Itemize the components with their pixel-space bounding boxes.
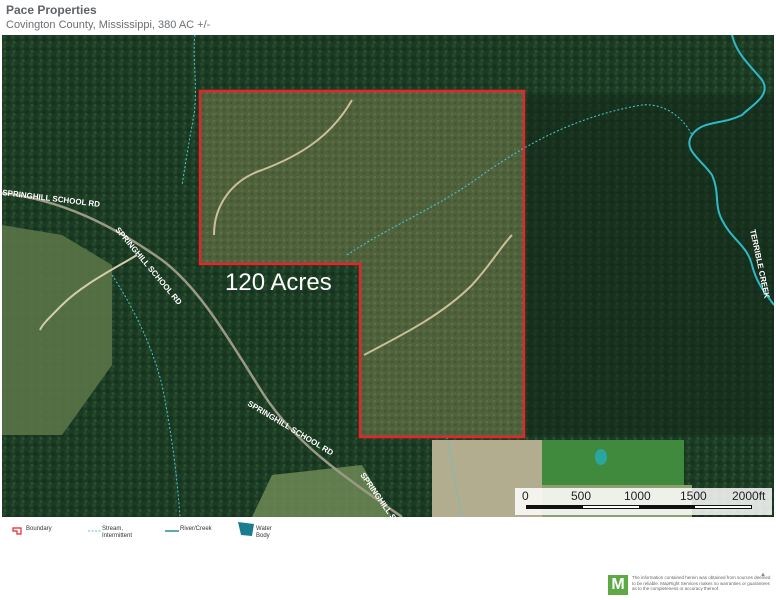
green-field <box>542 440 684 485</box>
page-subtitle: Covington County, Mississippi, 380 AC +/… <box>6 19 211 31</box>
footer: M The information contained herein was o… <box>608 575 772 595</box>
page-title: Pace Properties <box>6 3 97 17</box>
scale-bar: 0 500 1000 1500 2000ft <box>515 488 772 515</box>
scale-tick-500: 500 <box>571 489 592 503</box>
north-arrow-icon: ▲ <box>760 572 766 578</box>
mapright-logo: M <box>608 575 628 595</box>
boundary-icon <box>12 522 22 540</box>
scale-tick-2000: 2000ft <box>732 489 766 503</box>
legend-label-stream: Stream, Intermittent <box>102 526 133 539</box>
disclaimer-text: The information contained herein was obt… <box>632 575 771 591</box>
water-body <box>595 449 607 465</box>
parcel-acreage-label: 120 Acres <box>225 269 332 296</box>
legend-river: River/Creek <box>165 522 212 540</box>
scale-tick-1500: 1500 <box>680 489 707 503</box>
river-creek-icon <box>165 522 179 540</box>
scale-tick-1000: 1000 <box>624 489 651 503</box>
legend-label-boundary: Boundary <box>26 526 52 532</box>
legend-stream: Stream, Intermittent <box>88 522 132 540</box>
legend-water-body: Water Body <box>238 522 272 541</box>
legend-label-river: River/Creek <box>180 526 212 532</box>
legend-label-water-body: Water Body <box>256 526 272 539</box>
legend-boundary: Boundary <box>12 522 52 540</box>
satellite-map[interactable]: 120 Acres SPRINGHILL SCHOOL RD SPRINGHIL… <box>2 35 774 517</box>
dense-forest-east <box>522 95 774 435</box>
water-body-icon <box>238 522 254 541</box>
scale-tick-0: 0 <box>522 489 529 503</box>
scale-ruler <box>526 505 752 509</box>
stream-intermittent-icon <box>88 522 102 540</box>
map-header: Pace Properties Covington County, Missis… <box>6 3 210 32</box>
